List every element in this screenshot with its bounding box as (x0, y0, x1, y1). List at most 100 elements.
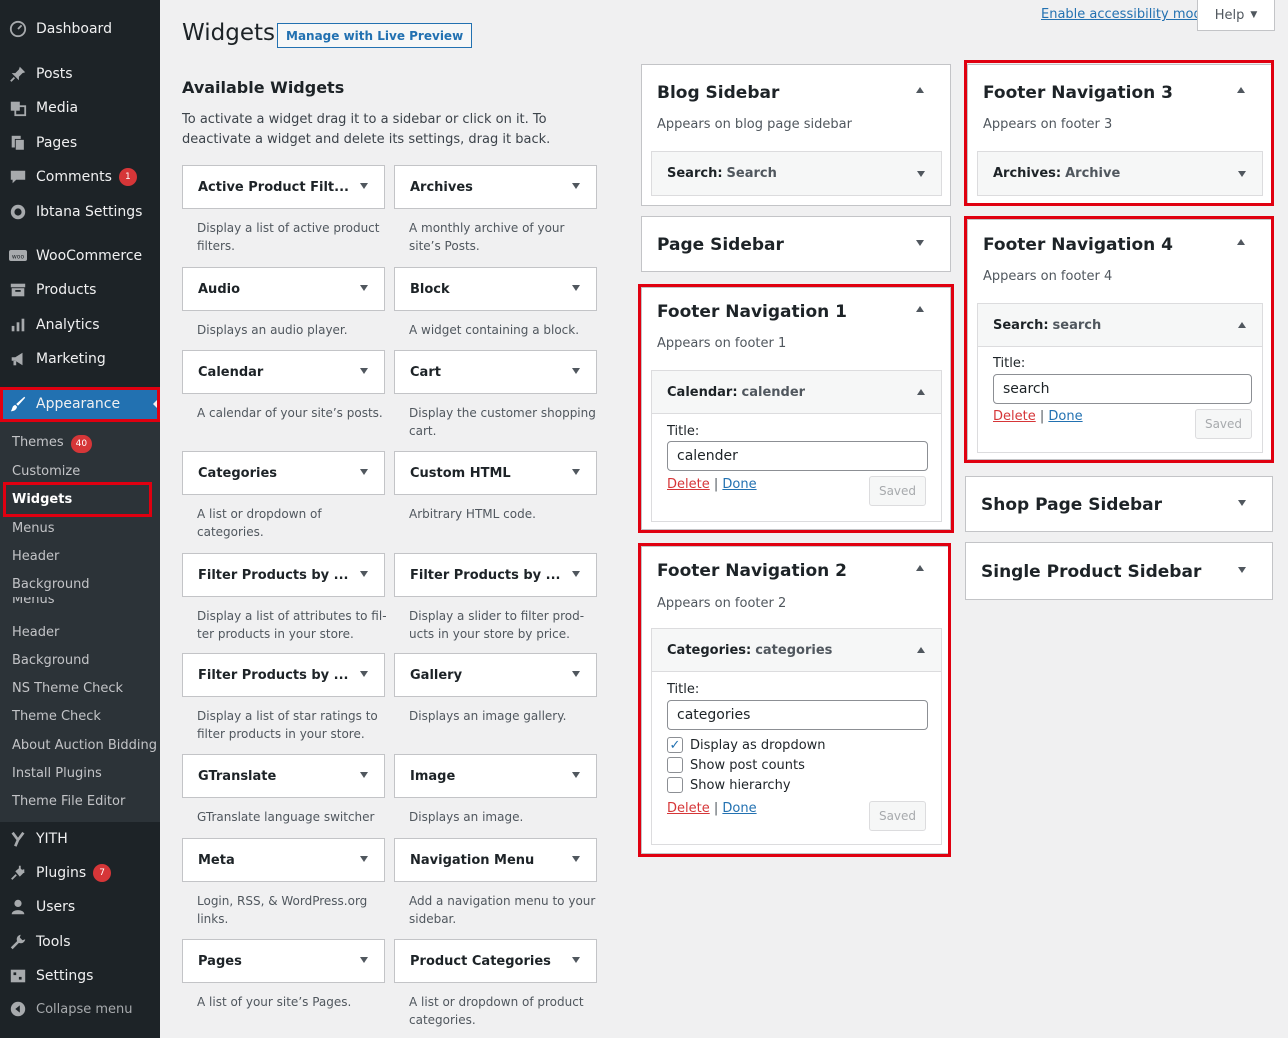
widget-search[interactable]: Search: Search (651, 151, 942, 196)
available-widget-card[interactable]: Filter Products by ... (182, 653, 385, 697)
menu-analytics[interactable]: Analytics (0, 308, 160, 342)
chevron-down-icon[interactable] (360, 856, 368, 862)
available-widget-card[interactable]: Cart (394, 350, 597, 394)
menu-tools[interactable]: Tools (0, 925, 160, 959)
title-input[interactable] (667, 441, 928, 471)
delete-link[interactable]: Delete (667, 801, 710, 816)
submenu-widgets[interactable]: Widgets (12, 492, 72, 507)
checkbox[interactable] (667, 757, 683, 773)
menu-media[interactable]: Media (0, 91, 160, 125)
title-input[interactable] (993, 374, 1252, 404)
menu-plugins[interactable]: Plugins 7 (0, 856, 160, 890)
submenu-background-duplicate[interactable]: Background (12, 653, 90, 668)
available-widget-card[interactable]: Pages (182, 939, 385, 983)
delete-link[interactable]: Delete (667, 477, 710, 492)
done-link[interactable]: Done (722, 801, 756, 816)
chevron-down-icon[interactable] (917, 171, 925, 177)
chevron-down-icon[interactable] (1238, 500, 1246, 506)
chevron-down-icon[interactable] (572, 285, 580, 291)
available-widget-card[interactable]: Audio (182, 267, 385, 311)
available-widget-card[interactable]: Navigation Menu (394, 838, 597, 882)
chevron-down-icon[interactable] (572, 671, 580, 677)
delete-link[interactable]: Delete (993, 409, 1036, 424)
menu-ibtana-settings[interactable]: Ibtana Settings (0, 195, 160, 229)
chevron-up-icon[interactable] (917, 647, 925, 653)
available-widget-card[interactable]: Categories (182, 451, 385, 495)
chevron-up-icon[interactable] (1237, 87, 1245, 93)
menu-yith[interactable]: YITH (0, 822, 160, 856)
live-preview-button[interactable]: Manage with Live Preview (277, 23, 473, 48)
chevron-down-icon[interactable] (572, 772, 580, 778)
widget-categories[interactable]: Categories:categories Title: ✓Display as… (651, 628, 942, 845)
chevron-down-icon[interactable] (1238, 171, 1246, 177)
chevron-up-icon[interactable] (917, 389, 925, 395)
menu-marketing[interactable]: Marketing (0, 342, 160, 376)
widget-search-footer-4[interactable]: Search:search Title: Delete | Done Saved (977, 303, 1263, 453)
done-link[interactable]: Done (722, 477, 756, 492)
chevron-down-icon[interactable] (360, 571, 368, 577)
available-widget-card[interactable]: Archives (394, 165, 597, 209)
available-widget-card[interactable]: Filter Products by ... (182, 553, 385, 597)
display-as-dropdown-option[interactable]: ✓ Display as dropdown (667, 737, 826, 753)
menu-appearance[interactable]: Appearance (0, 387, 160, 421)
submenu-header[interactable]: Header (12, 549, 59, 564)
chevron-down-icon[interactable] (572, 368, 580, 374)
menu-pages[interactable]: Pages (0, 126, 160, 160)
menu-collapse[interactable]: Collapse menu (0, 992, 160, 1026)
chevron-down-icon[interactable] (916, 240, 924, 246)
available-widget-card[interactable]: Product Categories (394, 939, 597, 983)
menu-products[interactable]: Products (0, 273, 160, 307)
available-widget-card[interactable]: Active Product Filt... (182, 165, 385, 209)
sidebar-panel-page[interactable]: Page Sidebar (641, 216, 951, 272)
sidebar-panel-shop[interactable]: Shop Page Sidebar (965, 476, 1273, 532)
chevron-down-icon[interactable] (360, 671, 368, 677)
sidebar-panel-single-product[interactable]: Single Product Sidebar (965, 542, 1273, 600)
saved-button[interactable]: Saved (1195, 409, 1252, 439)
chevron-down-icon[interactable] (360, 772, 368, 778)
menu-comments[interactable]: Comments 1 (0, 160, 160, 194)
submenu-menus[interactable]: Menus (12, 521, 54, 536)
available-widget-card[interactable]: Gallery (394, 653, 597, 697)
chevron-down-icon[interactable] (1238, 567, 1246, 573)
chevron-down-icon[interactable] (360, 368, 368, 374)
menu-woocommerce[interactable]: woo WooCommerce (0, 239, 160, 273)
available-widget-card[interactable]: Custom HTML (394, 451, 597, 495)
submenu-theme-file-editor[interactable]: Theme File Editor (12, 794, 125, 809)
show-post-counts-option[interactable]: Show post counts (667, 757, 805, 773)
available-widget-card[interactable]: Calendar (182, 350, 385, 394)
sidebar-panel-footer-1[interactable]: Footer Navigation 1 Appears on footer 1 … (641, 287, 951, 530)
chevron-up-icon[interactable] (1238, 322, 1246, 328)
widget-archives[interactable]: Archives: Archive (977, 151, 1263, 196)
chevron-down-icon[interactable] (572, 856, 580, 862)
chevron-up-icon[interactable] (916, 87, 924, 93)
chevron-down-icon[interactable] (572, 469, 580, 475)
menu-posts[interactable]: Posts (0, 57, 160, 91)
chevron-down-icon[interactable] (572, 571, 580, 577)
submenu-theme-check[interactable]: Theme Check (12, 709, 101, 724)
menu-settings[interactable]: Settings (0, 959, 160, 993)
chevron-down-icon[interactable] (572, 183, 580, 189)
chevron-up-icon[interactable] (1237, 239, 1245, 245)
submenu-about-auction-bidding[interactable]: About Auction Bidding (12, 738, 157, 753)
submenu-customize[interactable]: Customize (12, 464, 80, 479)
checkbox[interactable] (667, 777, 683, 793)
saved-button[interactable]: Saved (869, 801, 926, 831)
menu-users[interactable]: Users (0, 890, 160, 924)
widget-calendar[interactable]: Calendar:calender Title: Delete | Done S… (651, 370, 942, 522)
title-input[interactable] (667, 700, 928, 730)
submenu-header-duplicate[interactable]: Header (12, 625, 59, 640)
sidebar-panel-blog[interactable]: Blog Sidebar Appears on blog page sideba… (641, 64, 951, 206)
show-hierarchy-option[interactable]: Show hierarchy (667, 777, 791, 793)
available-widget-card[interactable]: Meta (182, 838, 385, 882)
submenu-background[interactable]: Background (12, 577, 90, 592)
chevron-down-icon[interactable] (360, 285, 368, 291)
sidebar-panel-footer-2[interactable]: Footer Navigation 2 Appears on footer 2 … (641, 546, 951, 854)
menu-dashboard[interactable]: Dashboard (0, 12, 160, 46)
chevron-down-icon[interactable] (360, 957, 368, 963)
done-link[interactable]: Done (1048, 409, 1082, 424)
accessibility-mode-link[interactable]: Enable accessibility mode (1041, 7, 1210, 22)
chevron-up-icon[interactable] (916, 565, 924, 571)
sidebar-panel-footer-3[interactable]: Footer Navigation 3 Appears on footer 3 … (967, 64, 1272, 206)
submenu-ns-theme-check[interactable]: NS Theme Check (12, 681, 123, 696)
sidebar-panel-footer-4[interactable]: Footer Navigation 4 Appears on footer 4 … (967, 219, 1272, 460)
